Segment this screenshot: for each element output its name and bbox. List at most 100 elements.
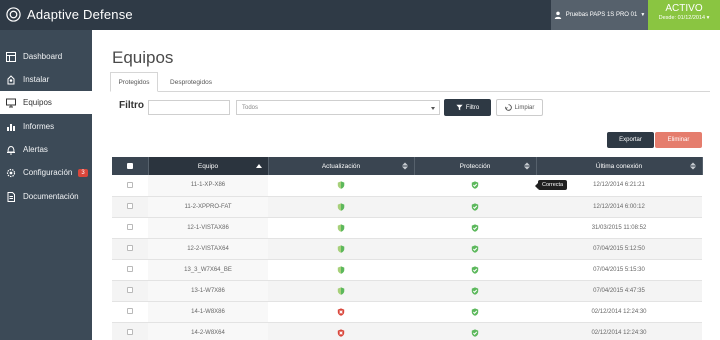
protection-ok-icon[interactable]	[471, 328, 479, 337]
device-name[interactable]: 14-2-W8X64	[148, 322, 268, 340]
table-row[interactable]: 13-1-W7X86 07/04/2015 4:47:35	[112, 280, 702, 302]
device-name[interactable]: 12-2-VISTAX64	[148, 238, 268, 260]
row-checkbox[interactable]	[127, 224, 133, 231]
update-ok-icon[interactable]	[337, 286, 345, 295]
column-header-proteccion[interactable]: Protección	[414, 157, 537, 175]
gear-icon	[6, 168, 16, 177]
device-name[interactable]: 12-1-VISTAX86	[148, 217, 268, 239]
protection-status-cell	[414, 196, 536, 218]
device-name[interactable]: 13_3_W7X64_BE	[148, 259, 268, 281]
update-error-icon[interactable]	[337, 328, 345, 337]
row-select-cell	[112, 259, 148, 281]
table-row[interactable]: 13_3_W7X64_BE 07/04/2015 5:15:30	[112, 259, 702, 281]
export-button[interactable]: Exportar	[607, 132, 654, 148]
clear-button-label: Limpiar	[514, 104, 535, 111]
top-bar: Adaptive Defense Pruebas PAPS 1S PRO 01 …	[0, 0, 720, 30]
protection-ok-icon[interactable]	[471, 265, 479, 274]
table-row[interactable]: 12-2-VISTAX64 07/04/2015 5:12:50	[112, 238, 702, 260]
reports-icon	[7, 123, 15, 131]
license-status[interactable]: ACTIVO Desde: 01/12/2014 ▾	[648, 0, 720, 30]
row-checkbox[interactable]	[127, 181, 133, 188]
last-connection: 07/04/2015 5:12:50	[536, 238, 702, 260]
protection-ok-icon[interactable]	[471, 181, 479, 190]
update-status-cell	[268, 301, 414, 323]
row-checkbox[interactable]	[127, 308, 133, 315]
table-row[interactable]: 14-2-W8X64 02/12/2014 12:24:30	[112, 322, 702, 340]
device-name[interactable]: 13-1-W7X86	[148, 280, 268, 302]
sidebar-item-label: Informes	[23, 122, 55, 131]
sidebar-item-alertas[interactable]: Alertas	[0, 138, 92, 161]
install-icon	[7, 74, 15, 84]
bell-icon	[7, 145, 15, 155]
column-header-label: Última conexión	[595, 162, 643, 170]
tab-bar: Protegidos Desprotegidos	[110, 72, 710, 92]
sidebar-item-label: Alertas	[23, 145, 48, 154]
table-row[interactable]: 12-1-VISTAX86 31/03/2015 11:08:52	[112, 217, 702, 239]
row-select-cell	[112, 301, 148, 323]
monitor-icon	[6, 98, 16, 107]
protection-status-cell	[414, 217, 536, 239]
status-since: Desde: 01/12/2014 ▾	[658, 15, 710, 21]
table-row[interactable]: 11-2-XPPRO-FAT 12/12/2014 6:00:12	[112, 196, 702, 218]
main-content: Equipos Protegidos Desprotegidos Filtro …	[92, 30, 720, 340]
row-checkbox[interactable]	[127, 245, 133, 252]
filter-select-value: Todos	[242, 104, 259, 111]
chevron-down-icon	[431, 107, 435, 110]
protection-ok-icon[interactable]	[471, 202, 479, 211]
protection-ok-icon[interactable]	[471, 223, 479, 232]
table-row[interactable]: 14-1-W8X86 02/12/2014 12:24:30	[112, 301, 702, 323]
sort-icon	[689, 162, 696, 170]
device-name[interactable]: 11-1-XP-X86	[148, 175, 268, 197]
column-header-label: Equipo	[197, 162, 219, 170]
update-ok-icon[interactable]	[337, 265, 345, 274]
device-name[interactable]: 11-2-XPPRO-FAT	[148, 196, 268, 218]
sidebar-item-dashboard[interactable]: Dashboard	[0, 45, 92, 68]
sidebar-item-equipos[interactable]: Equipos	[0, 91, 92, 114]
column-header-actualizacion[interactable]: Actualización	[268, 157, 415, 175]
last-connection: 31/03/2015 11:08:52	[536, 217, 702, 239]
brand[interactable]: Adaptive Defense	[6, 7, 133, 22]
row-select-cell	[112, 322, 148, 340]
device-name[interactable]: 14-1-W8X86	[148, 301, 268, 323]
column-header-ultima-conexion[interactable]: Última conexión	[536, 157, 703, 175]
row-checkbox[interactable]	[127, 203, 133, 210]
row-select-cell	[112, 175, 148, 197]
update-ok-icon[interactable]	[337, 181, 345, 190]
protection-status-cell	[414, 322, 536, 340]
tab-desprotegidos[interactable]: Desprotegidos	[160, 72, 222, 92]
filter-button[interactable]: Filtro	[444, 99, 491, 116]
row-checkbox[interactable]	[127, 266, 133, 273]
table-body: 11-1-XP-X86 12/12/2014 6:21:21 11-2-XPPRO-…	[112, 175, 702, 340]
row-checkbox[interactable]	[127, 287, 133, 294]
sort-asc-icon	[255, 164, 262, 168]
update-status-cell	[268, 196, 414, 218]
filter-button-label: Filtro	[465, 104, 480, 111]
protection-ok-icon[interactable]	[471, 244, 479, 253]
update-ok-icon[interactable]	[337, 244, 345, 253]
protection-status-cell	[414, 238, 536, 260]
sidebar-item-configuracion[interactable]: Configuración 3	[0, 161, 92, 184]
protection-ok-icon[interactable]	[471, 286, 479, 295]
clear-button[interactable]: Limpiar	[496, 99, 543, 116]
filter-group-select[interactable]: Todos	[236, 100, 440, 115]
select-all-header	[112, 157, 149, 175]
document-icon	[7, 191, 15, 202]
select-all-checkbox[interactable]	[126, 162, 133, 169]
update-ok-icon[interactable]	[337, 223, 345, 232]
tab-protegidos[interactable]: Protegidos	[110, 72, 158, 92]
update-ok-icon[interactable]	[337, 202, 345, 211]
protection-status-cell	[414, 259, 536, 281]
row-select-cell	[112, 196, 148, 218]
column-header-equipo[interactable]: Equipo	[148, 157, 269, 175]
row-checkbox[interactable]	[127, 329, 133, 336]
sidebar-item-instalar[interactable]: Instalar	[0, 68, 92, 91]
delete-button[interactable]: Eliminar	[655, 132, 702, 148]
sidebar-item-documentacion[interactable]: Documentación	[0, 185, 92, 208]
protection-ok-icon[interactable]	[471, 307, 479, 316]
devices-table: Equipo Actualización Protección Última c…	[112, 157, 703, 340]
filter-text-input[interactable]	[148, 100, 230, 115]
user-menu[interactable]: Pruebas PAPS 1S PRO 01 ▼	[551, 0, 648, 30]
sidebar-item-informes[interactable]: Informes	[0, 115, 92, 138]
table-row[interactable]: 11-1-XP-X86 12/12/2014 6:21:21	[112, 175, 702, 197]
update-error-icon[interactable]	[337, 307, 345, 316]
